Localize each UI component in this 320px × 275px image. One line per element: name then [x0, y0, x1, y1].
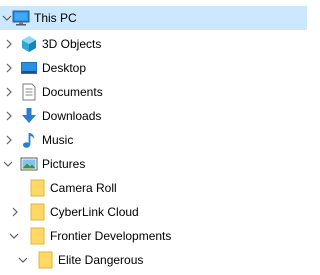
chevron-down-icon[interactable] — [2, 13, 12, 23]
chevron-right-icon[interactable] — [4, 39, 14, 49]
tree-item-documents[interactable]: Documents — [0, 80, 307, 104]
chevron-down-icon[interactable] — [3, 159, 13, 169]
music-note-icon — [20, 131, 38, 149]
tree-item-label: Downloads — [42, 109, 102, 123]
tree-item-label: Documents — [42, 85, 103, 99]
tree-item-label: This PC — [34, 11, 77, 25]
navigation-tree: This PC 3D Objects Desktop Documents Dow… — [0, 0, 307, 275]
folder-icon — [29, 179, 47, 197]
tree-item-label: 3D Objects — [42, 37, 102, 51]
chevron-right-icon[interactable] — [4, 111, 14, 121]
tree-item-music[interactable]: Music — [0, 128, 307, 152]
folder-icon — [29, 227, 47, 245]
chevron-down-icon[interactable] — [18, 255, 28, 265]
tree-item-label: Music — [42, 133, 74, 147]
tree-item-cyberlink-cloud[interactable]: CyberLink Cloud — [0, 200, 307, 224]
tree-item-label: Desktop — [42, 61, 87, 75]
tree-item-downloads[interactable]: Downloads — [0, 104, 307, 128]
tree-item-label: Pictures — [42, 157, 86, 171]
tree-item-label: Camera Roll — [50, 181, 117, 195]
download-arrow-icon — [20, 107, 38, 125]
tree-item-label: Frontier Developments — [50, 229, 172, 243]
chevron-right-icon[interactable] — [4, 87, 14, 97]
tree-item-desktop[interactable]: Desktop — [0, 56, 307, 80]
chevron-right-icon[interactable] — [4, 63, 14, 73]
computer-icon — [12, 9, 30, 27]
tree-item-this-pc[interactable]: This PC — [0, 6, 307, 30]
tree-item-3d-objects[interactable]: 3D Objects — [0, 32, 307, 56]
tree-item-label: CyberLink Cloud — [50, 205, 139, 219]
document-icon — [20, 83, 38, 101]
cube-icon — [20, 35, 38, 53]
folder-icon — [37, 251, 55, 269]
tree-item-camera-roll[interactable]: Camera Roll — [0, 176, 307, 200]
pictures-icon — [20, 155, 38, 173]
desktop-icon — [20, 59, 38, 77]
chevron-right-icon[interactable] — [4, 135, 14, 145]
folder-icon — [29, 203, 47, 221]
tree-item-pictures[interactable]: Pictures — [0, 152, 307, 176]
chevron-right-icon[interactable] — [10, 207, 20, 217]
chevron-down-icon[interactable] — [9, 231, 19, 241]
tree-item-elite-dangerous[interactable]: Elite Dangerous — [0, 248, 307, 272]
tree-item-frontier-developments[interactable]: Frontier Developments — [0, 224, 307, 248]
tree-item-label: Elite Dangerous — [58, 253, 144, 267]
